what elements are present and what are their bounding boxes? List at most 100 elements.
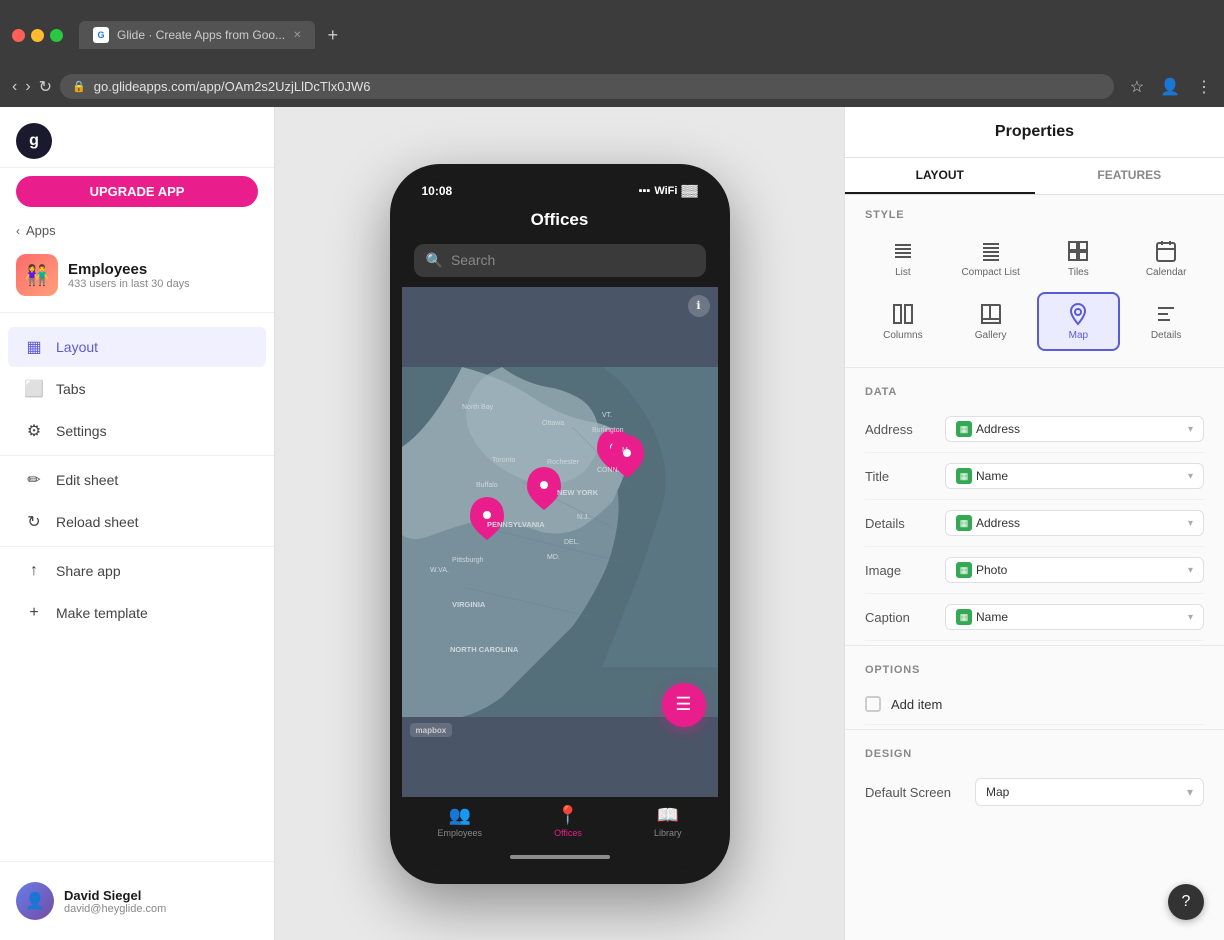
user-name: David Siegel: [64, 888, 166, 903]
forward-btn[interactable]: ›: [25, 78, 30, 96]
caption-chip[interactable]: ▦ Name ▾: [945, 604, 1204, 630]
svg-text:Pittsburgh: Pittsburgh: [452, 557, 484, 564]
layout-features-tabs: LAYOUT FEATURES: [845, 158, 1224, 195]
app-info: 👫 Employees 433 users in last 30 days: [0, 246, 274, 308]
svg-text:NEW YORK: NEW YORK: [557, 488, 599, 497]
image-value: ▦ Photo ▾: [945, 557, 1204, 583]
status-icons: ▪▪▪ WiFi ▓▓: [639, 185, 698, 197]
close-window-btn[interactable]: [12, 29, 25, 42]
phone-nav-employees[interactable]: 👥 Employees: [438, 805, 483, 838]
svg-text:VIRGINIA: VIRGINIA: [452, 600, 486, 609]
style-tiles-label: Tiles: [1068, 267, 1089, 278]
data-row-caption: Caption ▦ Name ▾: [865, 594, 1204, 641]
tiles-icon: [1066, 239, 1090, 263]
phone-app-title: Offices: [402, 202, 718, 238]
columns-icon: [891, 302, 915, 326]
mapbox-logo: mapbox: [410, 723, 453, 737]
tab-layout[interactable]: LAYOUT: [845, 158, 1035, 194]
title-chevron-icon: ▾: [1188, 471, 1193, 482]
add-item-checkbox[interactable]: [865, 696, 881, 712]
style-item-map[interactable]: Map: [1037, 292, 1121, 351]
svg-text:VT.: VT.: [602, 412, 612, 419]
style-calendar-label: Calendar: [1146, 267, 1187, 278]
details-chip-text: Address: [976, 516, 1020, 530]
details-value: ▦ Address ▾: [945, 510, 1204, 536]
default-screen-value: Map ▾: [975, 778, 1204, 806]
back-btn[interactable]: ‹: [12, 78, 17, 96]
address-bar[interactable]: 🔒 go.glideapps.com/app/OAm2s2UzjLlDcTlx0…: [60, 74, 1114, 99]
sidebar-divider: [0, 312, 274, 313]
sidebar-item-reload-sheet[interactable]: ↻ Reload sheet: [8, 502, 266, 542]
style-item-calendar[interactable]: Calendar: [1124, 229, 1208, 288]
profile-icon[interactable]: 👤: [1160, 77, 1180, 97]
upgrade-app-button[interactable]: UPGRADE APP: [16, 176, 258, 207]
more-options-icon[interactable]: ⋮: [1196, 77, 1212, 97]
phone-screen: 10:08 ▪▪▪ WiFi ▓▓ Offices �: [402, 176, 718, 872]
back-to-apps-btn[interactable]: ‹ Apps: [0, 215, 274, 246]
svg-text:Toronto: Toronto: [492, 457, 515, 464]
sidebar-item-layout[interactable]: ▦ Layout: [8, 327, 266, 367]
sidebar-item-make-template[interactable]: + Make template: [8, 593, 266, 633]
style-item-columns[interactable]: Columns: [861, 292, 945, 351]
svg-text:CONN.: CONN.: [597, 467, 620, 474]
style-item-details[interactable]: Details: [1124, 292, 1208, 351]
reload-btn[interactable]: ↻: [39, 77, 52, 97]
style-details-label: Details: [1151, 330, 1182, 341]
title-chip[interactable]: ▦ Name ▾: [945, 463, 1204, 489]
tab-close-btn[interactable]: ✕: [293, 30, 301, 41]
style-item-compact-list[interactable]: Compact List: [949, 229, 1033, 288]
section-divider-design: [845, 729, 1224, 730]
center-area: 10:08 ▪▪▪ WiFi ▓▓ Offices �: [275, 107, 844, 940]
data-row-image: Image ▦ Photo ▾: [865, 547, 1204, 594]
help-button[interactable]: ?: [1168, 884, 1204, 920]
sidebar-item-edit-sheet[interactable]: ✏ Edit sheet: [8, 460, 266, 500]
image-chip[interactable]: ▦ Photo ▾: [945, 557, 1204, 583]
maximize-window-btn[interactable]: [50, 29, 63, 42]
default-screen-chip-text: Map: [986, 785, 1009, 799]
minimize-window-btn[interactable]: [31, 29, 44, 42]
options-section: Add item: [845, 684, 1224, 725]
bookmark-icon[interactable]: ☆: [1130, 77, 1144, 97]
default-screen-chevron-icon: ▾: [1187, 785, 1193, 799]
user-profile[interactable]: 👤 David Siegel david@heyglide.com: [0, 870, 274, 932]
map-style-icon: [1066, 302, 1090, 326]
details-chip[interactable]: ▦ Address ▾: [945, 510, 1204, 536]
sidebar-item-tabs-label: Tabs: [56, 381, 86, 397]
fab-button[interactable]: ☰: [662, 683, 706, 727]
phone-map-area[interactable]: North Bay Ottawa Burlington Toronto Roch…: [402, 287, 718, 797]
sidebar-item-settings[interactable]: ⚙ Settings: [8, 411, 266, 451]
tab-favicon: G: [93, 27, 109, 43]
glide-logo: g: [16, 123, 52, 159]
sidebar-item-tabs[interactable]: ⬜ Tabs: [8, 369, 266, 409]
browser-tab[interactable]: G Glide · Create Apps from Goo... ✕: [79, 21, 315, 49]
tab-features[interactable]: FEATURES: [1035, 158, 1224, 194]
phone-nav-library[interactable]: 📖 Library: [654, 805, 682, 838]
phone-search-input[interactable]: 🔍 Search: [414, 244, 706, 277]
new-tab-btn[interactable]: +: [327, 25, 338, 46]
sidebar-item-template-label: Make template: [56, 605, 148, 621]
options-section-label: OPTIONS: [845, 650, 1224, 684]
phone-time: 10:08: [422, 184, 453, 198]
details-icon: [1154, 302, 1178, 326]
style-list-label: List: [895, 267, 911, 278]
design-section-label: DESIGN: [845, 734, 1224, 768]
sidebar-header: g: [0, 107, 274, 168]
svg-text:PENNSYLVANIA: PENNSYLVANIA: [487, 520, 545, 529]
sidebar-item-share-app[interactable]: ↑ Share app: [8, 551, 266, 591]
settings-icon: ⚙: [24, 421, 44, 441]
phone-nav-offices[interactable]: 📍 Offices: [554, 805, 582, 838]
user-avatar-img: 👤: [16, 882, 54, 920]
style-item-list[interactable]: List: [861, 229, 945, 288]
style-item-gallery[interactable]: Gallery: [949, 292, 1033, 351]
default-screen-chip[interactable]: Map ▾: [975, 778, 1204, 806]
design-row-default-screen: Default Screen Map ▾: [865, 768, 1204, 816]
address-chip[interactable]: ▦ Address ▾: [945, 416, 1204, 442]
sidebar-item-edit-label: Edit sheet: [56, 472, 118, 488]
default-screen-label: Default Screen: [865, 785, 975, 800]
reload-icon: ↻: [24, 512, 44, 532]
map-info-btn[interactable]: ℹ: [688, 295, 710, 317]
sidebar: g UPGRADE APP ‹ Apps 👫 Employees 433 use…: [0, 107, 275, 940]
user-info: David Siegel david@heyglide.com: [64, 888, 166, 915]
style-section-label: STYLE: [845, 195, 1224, 229]
style-item-tiles[interactable]: Tiles: [1037, 229, 1121, 288]
